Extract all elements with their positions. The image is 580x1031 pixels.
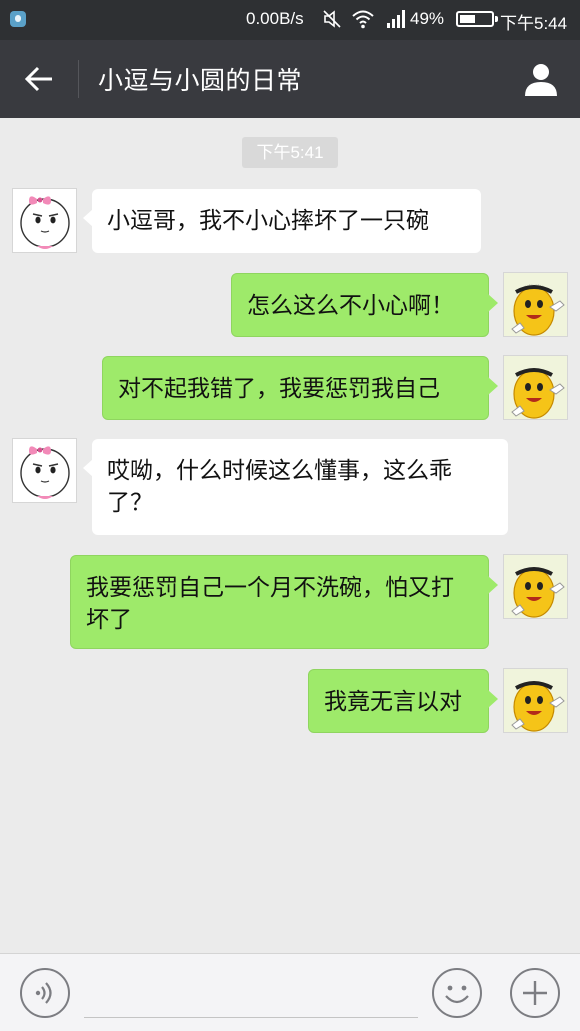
- signal-icon: [387, 10, 405, 28]
- avatar-self[interactable]: [503, 355, 568, 420]
- status-time: 下午5:44: [500, 14, 568, 33]
- self-avatar-icon: [511, 681, 565, 732]
- emoji-button[interactable]: [432, 968, 482, 1018]
- message-bubble-incoming[interactable]: 哎呦，什么时候这么懂事，这么乖了？: [83, 439, 508, 535]
- message-bubble-incoming[interactable]: 小逗哥，我不小心摔坏了一只碗: [83, 189, 481, 253]
- self-avatar-icon: [511, 284, 565, 336]
- network-speed: 0.00B/s: [246, 9, 304, 28]
- emoji-icon: [445, 985, 469, 1004]
- page-title: 小逗与小圆的日常: [98, 66, 303, 95]
- chat-timestamp: 下午5:41: [242, 137, 338, 168]
- plus-icon: [523, 981, 547, 1005]
- app-notification-icon: [10, 11, 26, 27]
- person-icon[interactable]: [522, 60, 560, 98]
- contact-avatar-icon: [20, 196, 70, 249]
- battery-fill: [460, 15, 475, 23]
- arrow-left-icon[interactable]: [22, 62, 56, 96]
- message-bubble-outgoing[interactable]: 我要惩罚自己一个月不洗碗，怕又打坏了: [70, 555, 498, 649]
- message-bubble-outgoing[interactable]: 对不起我错了，我要惩罚我自己: [102, 356, 498, 420]
- voice-icon: [35, 982, 52, 1004]
- contact-avatar-icon: [20, 446, 70, 499]
- mute-icon: [323, 10, 341, 28]
- self-avatar-icon: [511, 567, 565, 618]
- avatar-contact[interactable]: [12, 188, 77, 253]
- avatar-contact[interactable]: [12, 438, 77, 503]
- avatar-self[interactable]: [503, 554, 568, 619]
- header-divider: [78, 60, 79, 98]
- avatar-self[interactable]: [503, 668, 568, 733]
- avatar-self[interactable]: [503, 272, 568, 337]
- chat-header: 小逗与小圆的日常: [0, 40, 580, 118]
- status-bar: 0.00B/s 49% 下午5:44: [0, 0, 580, 40]
- message-bubble-outgoing[interactable]: 我竟无言以对: [308, 669, 498, 733]
- chat-input-bar: [0, 953, 580, 1031]
- voice-button[interactable]: [20, 968, 70, 1018]
- wifi-icon: [352, 10, 374, 29]
- self-avatar-icon: [511, 368, 565, 419]
- more-options-button[interactable]: [510, 968, 560, 1018]
- message-bubble-outgoing[interactable]: 怎么这么不小心啊！: [231, 273, 498, 337]
- message-input[interactable]: [84, 968, 418, 1018]
- battery-percent: 49%: [410, 9, 445, 28]
- battery-icon: [456, 11, 498, 27]
